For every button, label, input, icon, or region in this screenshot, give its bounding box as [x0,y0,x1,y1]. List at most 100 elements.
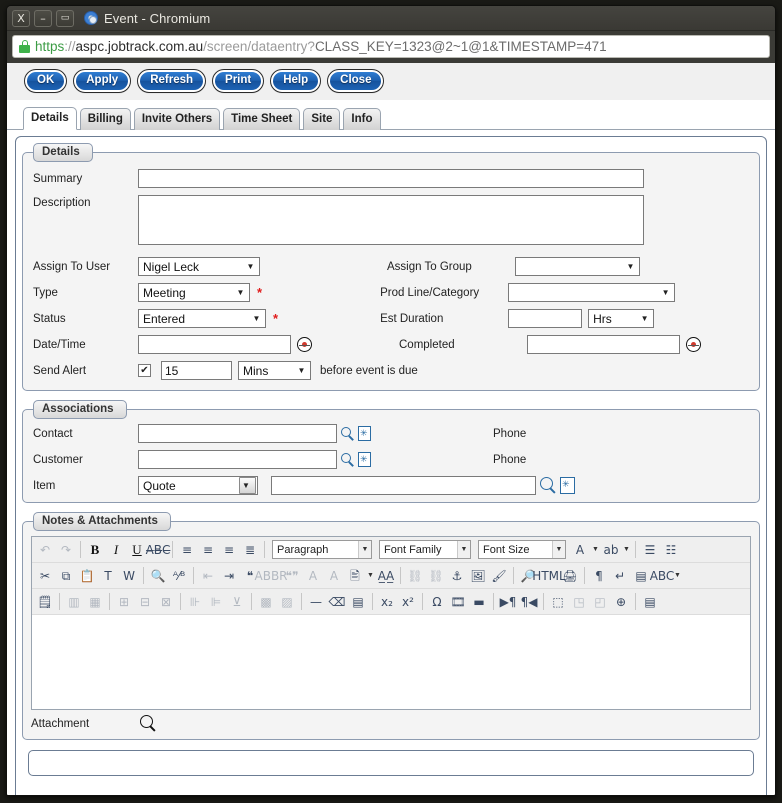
item-search-icon[interactable] [540,477,557,494]
insert-media-icon[interactable]: 🎞 [448,592,468,612]
paragraph-format-select[interactable]: Paragraph▼ [272,540,372,559]
contact-new-icon[interactable] [358,426,371,441]
align-justify-icon[interactable]: ≣ [240,540,260,560]
highlight-color-icon[interactable]: ab [601,540,621,560]
superscript-icon[interactable]: x² [398,592,418,612]
item-type-select[interactable]: Quote ▼ [138,476,258,495]
tab-billing[interactable]: Billing [80,108,131,130]
close-button[interactable]: Close [328,70,383,92]
show-blocks-icon[interactable]: ¶ [589,566,609,586]
send-alert-checkbox[interactable]: ✔ [138,364,151,377]
ok-button[interactable]: OK [25,70,66,92]
layer-backward-icon[interactable]: ◰ [590,592,610,612]
font-family-select[interactable]: Font Family▼ [379,540,471,559]
redo-icon[interactable]: ↷ [56,540,76,560]
assign-user-select[interactable]: Nigel Leck ▼ [138,257,260,276]
special-character-icon[interactable]: Ω [427,592,447,612]
description-textarea[interactable] [138,195,644,245]
insert-column-after-icon[interactable]: ⊫ [206,592,226,612]
subscript-icon[interactable]: x₂ [377,592,397,612]
layer-forward-icon[interactable]: ◳ [569,592,589,612]
contact-input[interactable] [138,424,337,443]
est-duration-unit-select[interactable]: Hrs ▼ [588,309,654,328]
outdent-icon[interactable]: ⇤ [198,566,218,586]
grid-icon[interactable]: ▤ [348,592,368,612]
align-right-icon[interactable]: ≡ [219,540,239,560]
align-center-icon[interactable]: ≡ [198,540,218,560]
spellcheck-caret-icon[interactable]: ▼ [673,572,682,579]
maximize-editor-icon[interactable]: ▤ [640,592,660,612]
text-color-caret-icon[interactable]: ▼ [591,546,600,553]
insert-column-before-icon[interactable]: ⊪ [185,592,205,612]
url-input[interactable]: https://aspc.jobtrack.com.au/screen/data… [12,35,770,58]
window-close-button[interactable]: X [12,10,30,27]
eraser-icon[interactable]: ⌫ [327,592,347,612]
text-direction-ltr-icon[interactable]: ▶¶ [498,592,518,612]
paste-icon[interactable]: 📋 [77,566,97,586]
anchor-icon[interactable]: ⚓ [447,566,467,586]
split-cell-icon[interactable]: ▨ [277,592,297,612]
show-borders-icon[interactable]: ⬚ [548,592,568,612]
quotation-icon[interactable]: ❝❞ [282,566,302,586]
tab-time-sheet[interactable]: Time Sheet [223,108,300,130]
summary-input[interactable] [138,169,644,188]
numbered-list-icon[interactable]: ☷ [661,540,681,560]
strikethrough-icon[interactable]: A̶B̶C̶ [148,540,168,560]
paste-as-text-icon[interactable]: T [98,566,118,586]
style-caret-icon[interactable]: ▼ [366,572,375,579]
insert-link-icon[interactable]: ⛓ [405,566,425,586]
spellcheck-icon[interactable]: ABC [652,566,672,586]
tab-site[interactable]: Site [303,108,340,130]
tab-details[interactable]: Details [23,107,77,130]
abbreviation-icon[interactable]: ABBR [261,566,281,586]
delete-column-icon[interactable]: ⊻ [227,592,247,612]
datetime-input[interactable] [138,335,291,354]
window-minimize-button[interactable]: – [34,10,52,27]
tab-info[interactable]: Info [343,108,380,130]
template-icon[interactable]: 🗒 [35,592,55,612]
insert-table-icon[interactable]: ▥ [64,592,84,612]
customer-input[interactable] [138,450,337,469]
customer-search-icon[interactable] [341,453,355,467]
apply-button[interactable]: Apply [74,70,130,92]
attachment-list-box[interactable] [28,750,754,776]
item-input[interactable] [271,476,536,495]
delete-row-icon[interactable]: ⊠ [156,592,176,612]
est-duration-input[interactable] [508,309,582,328]
edit-css-style-icon[interactable]: 🖹 [345,566,365,586]
calendar-picker-icon[interactable] [297,337,312,352]
find-replace-icon[interactable]: ᴬ⁄ᴮ [169,566,189,586]
bold-icon[interactable]: B [85,540,105,560]
indent-icon[interactable]: ⇥ [219,566,239,586]
window-maximize-button[interactable]: ▭ [56,10,74,27]
table-properties-icon[interactable]: ▦ [85,592,105,612]
type-select[interactable]: Meeting ▼ [138,283,250,302]
contact-search-icon[interactable] [341,427,355,441]
align-left-icon[interactable]: ≡ [177,540,197,560]
send-alert-value-input[interactable] [161,361,232,380]
insert-image-icon[interactable]: 🖼 [468,566,488,586]
customer-new-icon[interactable] [358,452,371,467]
paste-from-word-icon[interactable]: W [119,566,139,586]
page-break-icon[interactable]: ▬ [469,592,489,612]
find-icon[interactable]: 🔍 [148,566,168,586]
send-alert-unit-select[interactable]: Mins ▼ [238,361,311,380]
unlink-icon[interactable]: ⛓ [426,566,446,586]
text-color-icon[interactable]: A [570,540,590,560]
attachment-search-icon[interactable] [140,715,157,732]
help-button[interactable]: Help [271,70,320,92]
cut-icon[interactable]: ✂ [35,566,55,586]
clean-up-icon[interactable]: 🖌 [489,566,509,586]
line-break-icon[interactable]: ↵ [610,566,630,586]
completed-input[interactable] [527,335,680,354]
prodline-select[interactable]: ▼ [508,283,675,302]
merge-cells-icon[interactable]: ▩ [256,592,276,612]
refresh-button[interactable]: Refresh [138,70,205,92]
print-icon[interactable]: 🖨 [560,566,580,586]
horizontal-rule-icon[interactable]: ▤ [631,566,651,586]
highlight-color-caret-icon[interactable]: ▼ [622,546,631,553]
editor-body[interactable] [32,615,750,709]
text-direction-rtl-icon[interactable]: ¶◀ [519,592,539,612]
apply-format-icon[interactable]: A [324,566,344,586]
insert-row-after-icon[interactable]: ⊟ [135,592,155,612]
